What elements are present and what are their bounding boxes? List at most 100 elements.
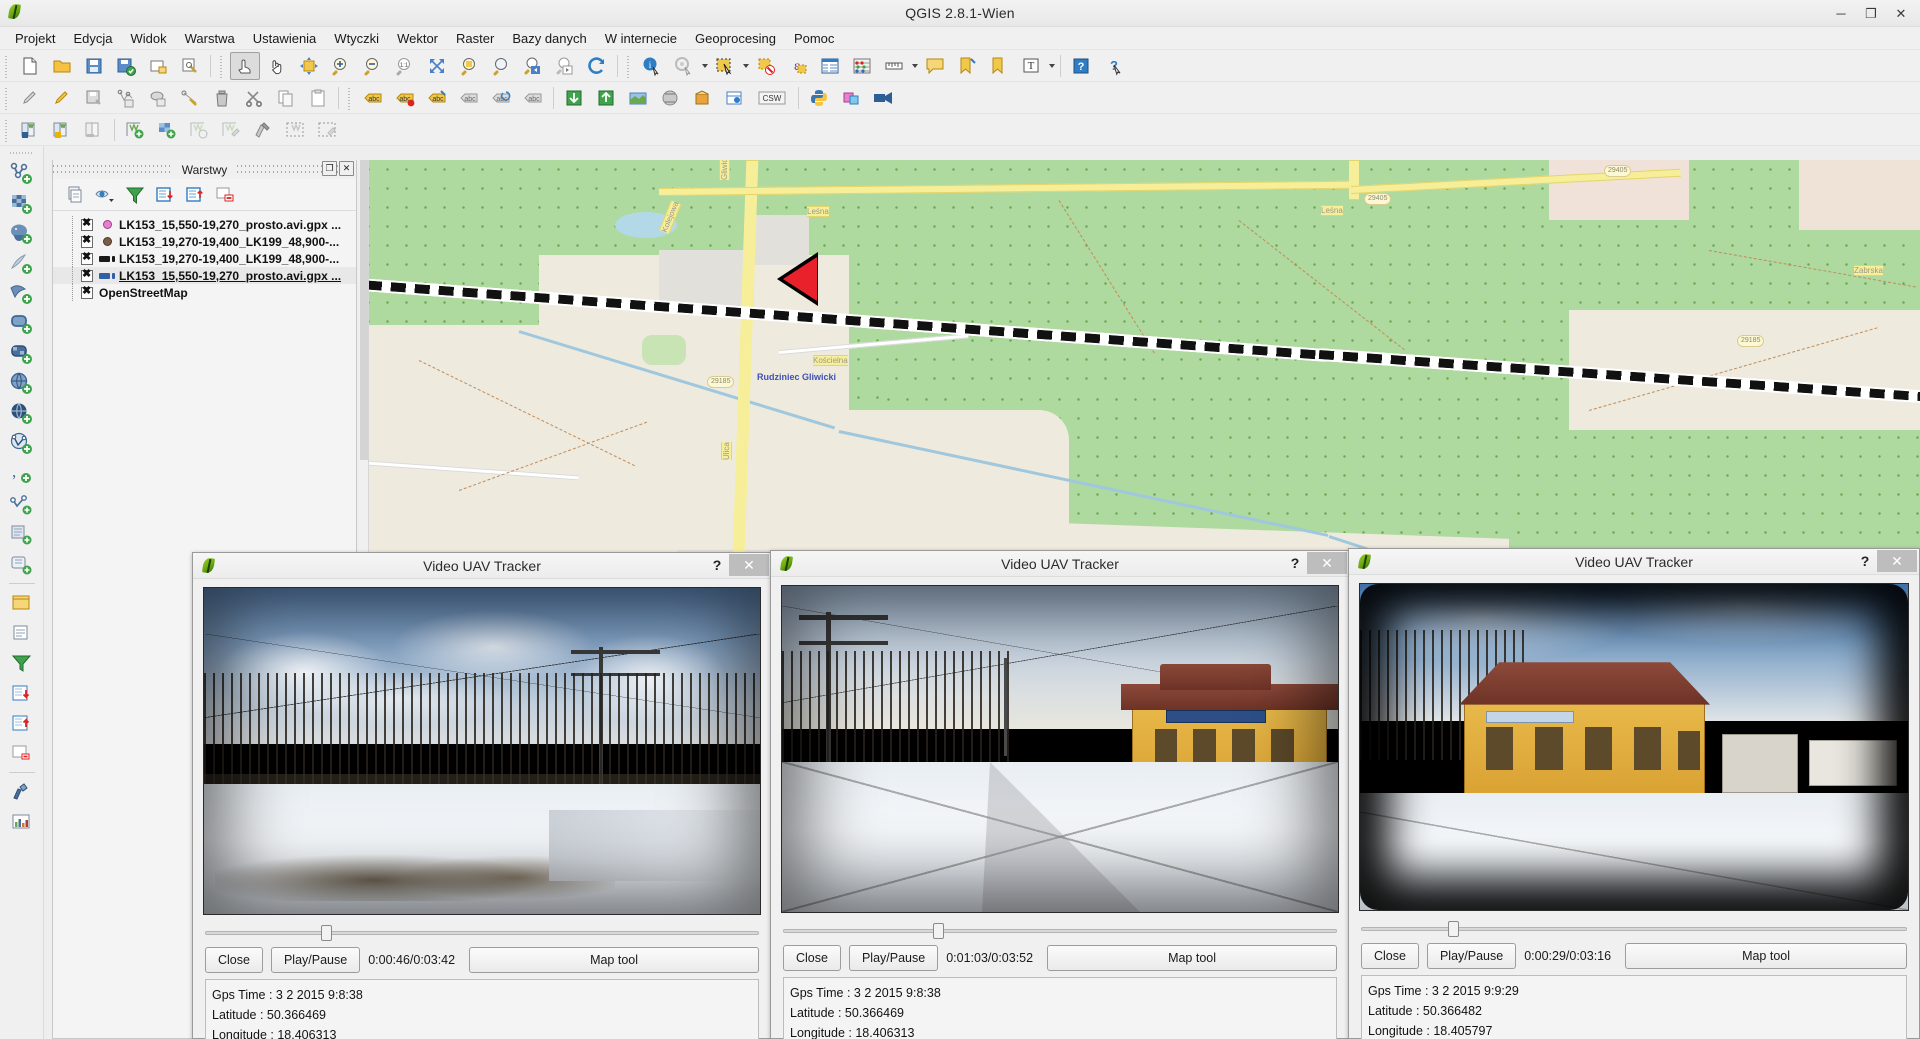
menu-geoprocesing[interactable]: Geoprocesing <box>686 28 785 49</box>
zoom-in-button[interactable] <box>326 52 356 80</box>
save-project-button[interactable] <box>79 52 109 80</box>
layer-visibility-checkbox[interactable] <box>81 234 93 248</box>
save-layer-edits-button[interactable] <box>79 84 109 112</box>
float-panel-button[interactable]: ❐ <box>322 161 337 176</box>
new-project-button[interactable] <box>15 52 45 80</box>
close-button[interactable]: Close <box>1361 943 1419 969</box>
new-bookmark-button[interactable] <box>952 52 982 80</box>
help-contents-button[interactable]: ? <box>1066 52 1096 80</box>
layer-properties-button[interactable] <box>248 116 278 144</box>
close-window-icon[interactable]: ✕ <box>1307 552 1347 574</box>
menu-pomoc[interactable]: Pomoc <box>785 28 843 49</box>
add-wms-layer-icon[interactable] <box>5 370 39 398</box>
remove-layer-button[interactable] <box>79 116 109 144</box>
seek-handle[interactable] <box>321 925 333 941</box>
add-vector-layer-icon[interactable] <box>5 160 39 188</box>
chevron-down-icon[interactable] <box>700 52 709 80</box>
menu-wektor[interactable]: Wektor <box>388 28 447 49</box>
zoom-out-button[interactable] <box>358 52 388 80</box>
pan-to-selection-button[interactable] <box>294 52 324 80</box>
help-button[interactable]: ? <box>1856 553 1874 569</box>
python-console-button[interactable] <box>804 84 834 112</box>
video-seekbar[interactable] <box>205 921 759 943</box>
eye-visibility-icon[interactable] <box>91 182 119 208</box>
layer-visibility-checkbox[interactable] <box>81 217 93 231</box>
open-table-button[interactable] <box>591 84 621 112</box>
layer-row[interactable]: LK153_19,270-19,400_LK199_48,900-... <box>53 233 356 250</box>
toolbar-grip[interactable] <box>346 85 354 110</box>
new-print-composer-button[interactable] <box>143 52 173 80</box>
red-triangle-position-marker[interactable] <box>783 257 817 301</box>
layer-tree[interactable]: LK153_15,550-19,270_prosto.avi.gpx ... L… <box>53 211 356 301</box>
add-wfs-layer-icon[interactable] <box>5 430 39 458</box>
scrollbar-thumb[interactable] <box>360 160 368 460</box>
layer-visibility-checkbox[interactable] <box>81 251 93 265</box>
expand-all-icon[interactable] <box>5 679 39 707</box>
video-window-titlebar[interactable]: Video UAV Tracker ? ✕ <box>771 551 1349 577</box>
play-pause-button[interactable]: Play/Pause <box>270 947 361 973</box>
new-shapefile-layer-button[interactable] <box>15 116 45 144</box>
remove-layer-group-icon[interactable] <box>5 739 39 767</box>
add-wfs-layer-button[interactable] <box>184 116 214 144</box>
add-polygon-feature-button[interactable] <box>143 84 173 112</box>
video-window-titlebar[interactable]: Video UAV Tracker ? ✕ <box>1349 549 1919 575</box>
identify-features-button[interactable]: i <box>637 52 667 80</box>
help-button[interactable]: ? <box>708 557 726 573</box>
zoom-to-selection-button[interactable] <box>454 52 484 80</box>
georeferencer-button[interactable] <box>655 84 685 112</box>
composer-manager-button[interactable] <box>175 52 205 80</box>
label-button[interactable]: abc <box>358 84 388 112</box>
whats-this-button[interactable]: ? <box>1098 52 1128 80</box>
add-feature-button[interactable] <box>111 84 141 112</box>
change-label-button[interactable]: abc <box>518 84 548 112</box>
field-calculator-button[interactable] <box>847 52 877 80</box>
menu-widok[interactable]: Widok <box>122 28 176 49</box>
close-panel-button[interactable]: ✕ <box>339 161 354 176</box>
seek-handle[interactable] <box>932 923 944 939</box>
remove-layer-icon[interactable] <box>211 182 239 208</box>
copy-features-button[interactable] <box>271 84 301 112</box>
expand-all-icon[interactable] <box>151 182 179 208</box>
video-uav-tracker-window-3[interactable]: Video UAV Tracker ? ✕ Close Play/Pause 0… <box>1348 548 1920 1039</box>
add-group-icon[interactable] <box>5 589 39 617</box>
layer-row[interactable]: OpenStreetMap <box>53 284 356 301</box>
filter-legend-icon[interactable] <box>5 649 39 677</box>
vertical-toolbar-grip[interactable] <box>9 150 34 157</box>
zoom-full-button[interactable] <box>422 52 452 80</box>
paste-features-button[interactable] <box>303 84 333 112</box>
touch-zoom-pan-button[interactable] <box>230 51 260 80</box>
video-frame[interactable] <box>781 585 1339 913</box>
toolbar-grip[interactable] <box>3 53 11 78</box>
add-mssql-layer-icon[interactable] <box>5 280 39 308</box>
layer-row[interactable]: LK153_15,550-19,270_prosto.avi.gpx ... <box>53 267 356 284</box>
rotate-label-button[interactable]: abc <box>486 84 516 112</box>
gps-information-button[interactable] <box>559 84 589 112</box>
move-label-button[interactable]: abc <box>454 84 484 112</box>
help-button[interactable]: ? <box>1286 555 1304 571</box>
add-raster-layer-button[interactable] <box>152 116 182 144</box>
play-pause-button[interactable]: Play/Pause <box>1426 943 1517 969</box>
collapse-all-icon[interactable] <box>5 709 39 737</box>
filter-legend-icon[interactable] <box>121 182 149 208</box>
menu-raster[interactable]: Raster <box>447 28 503 49</box>
toolbar-grip[interactable] <box>3 85 11 110</box>
add-wcs-layer-icon[interactable] <box>5 400 39 428</box>
map-tool-button[interactable]: Map tool <box>1047 945 1337 971</box>
raster-calc-button[interactable] <box>623 84 653 112</box>
map-tool-button[interactable]: Map tool <box>469 947 759 973</box>
cut-features-button[interactable] <box>239 84 269 112</box>
layer-visibility-checkbox[interactable] <box>81 268 93 282</box>
add-raster-layer-icon[interactable] <box>5 190 39 218</box>
layer-visibility-checkbox[interactable] <box>81 285 93 299</box>
menu-ustawienia[interactable]: Ustawienia <box>244 28 326 49</box>
menu-w-internecie[interactable]: W internecie <box>596 28 686 49</box>
chevron-down-icon[interactable] <box>1047 52 1056 80</box>
zoom-to-layer-button[interactable] <box>486 52 516 80</box>
pin-labels-button[interactable]: abc <box>390 84 420 112</box>
video-frame[interactable] <box>1359 583 1909 911</box>
close-button[interactable]: Close <box>783 945 841 971</box>
chevron-down-icon[interactable] <box>741 52 750 80</box>
manage-layer-visibility-icon[interactable] <box>61 182 89 208</box>
video-uav-tracker-button[interactable] <box>868 84 898 112</box>
play-pause-button[interactable]: Play/Pause <box>848 945 939 971</box>
